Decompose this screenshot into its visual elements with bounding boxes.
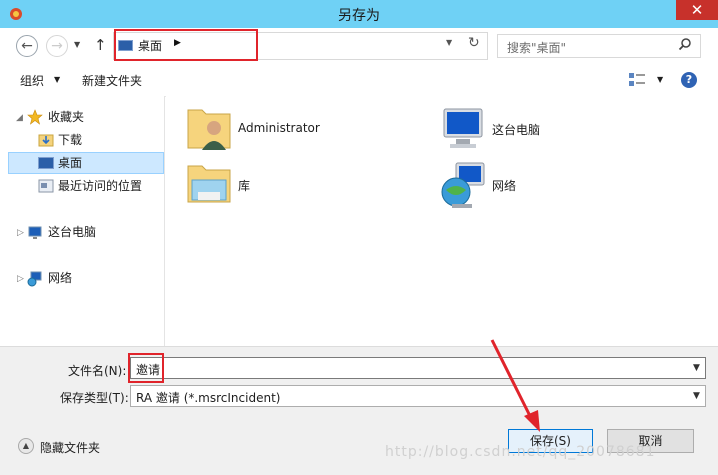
expand-collapse-icon[interactable]: ◢ [16,113,23,123]
item-network[interactable]: 网络 [492,177,516,194]
star-icon [27,109,43,125]
tree-selection-highlight [8,152,164,174]
computer-icon [27,225,43,241]
filetype-label: 保存类型(T): [60,391,129,405]
help-icon[interactable]: ? [681,72,697,88]
change-view-icon[interactable] [628,71,646,89]
recent-locations-chevron-icon[interactable]: ▼ [74,40,80,49]
recent-places-icon [38,178,54,194]
window-title: 另存为 [338,8,380,24]
network-icon [27,271,43,287]
forward-arrow-icon[interactable]: → [46,35,68,57]
back-arrow-icon[interactable]: ← [16,35,38,57]
filename-highlight-box [128,353,164,383]
close-button[interactable]: ✕ [676,0,718,20]
filetype-dropdown-chevron-icon[interactable]: ▼ [693,391,700,401]
downloads-folder-icon [38,132,54,148]
watermark: http://blog.csdn.net/qq_20078681 [385,444,656,460]
search-placeholder: 搜索"桌面" [507,41,567,55]
search-icon[interactable] [678,37,692,55]
up-arrow-icon[interactable]: ↑ [94,36,107,54]
organize-chevron-icon[interactable]: ▼ [54,75,60,84]
item-libraries[interactable]: 库 [238,177,250,194]
libraries-icon[interactable] [186,162,232,208]
address-dropdown-chevron-icon[interactable]: ▼ [446,38,452,47]
tree-item-this-pc[interactable]: 这台电脑 [48,221,96,243]
desktop-icon [38,157,54,169]
tree-item-downloads[interactable]: 下载 [58,129,82,151]
annotation-arrow-icon [490,339,540,432]
item-this-pc[interactable]: 这台电脑 [492,121,540,138]
collapse-chevron-icon[interactable]: ▲ [18,438,34,454]
computer-icon[interactable] [440,106,486,152]
filename-input[interactable] [130,357,706,379]
network-icon[interactable] [440,160,486,210]
filename-label: 文件名(N): [68,364,127,378]
item-administrator[interactable]: Administrator [238,121,320,135]
expand-collapse-icon[interactable]: ▷ [17,228,24,238]
address-highlight-box [114,29,258,61]
organize-button[interactable]: 组织 [20,72,44,89]
refresh-icon[interactable]: ↻ [468,35,480,51]
filename-dropdown-chevron-icon[interactable]: ▼ [693,363,700,373]
view-options-chevron-icon[interactable]: ▼ [657,75,663,84]
user-folder-icon[interactable] [186,102,232,152]
tree-item-recent-places[interactable]: 最近访问的位置 [58,175,142,197]
expand-collapse-icon[interactable]: ▷ [17,274,24,284]
filetype-value[interactable]: RA 邀请 (*.msrcIncident) [136,389,280,406]
tree-item-network[interactable]: 网络 [48,267,72,289]
tree-item-desktop[interactable]: 桌面 [58,152,82,174]
new-folder-button[interactable]: 新建文件夹 [82,72,142,89]
tree-item-favorites[interactable]: 收藏夹 [48,106,84,128]
hide-folders-button[interactable]: 隐藏文件夹 [40,439,100,456]
